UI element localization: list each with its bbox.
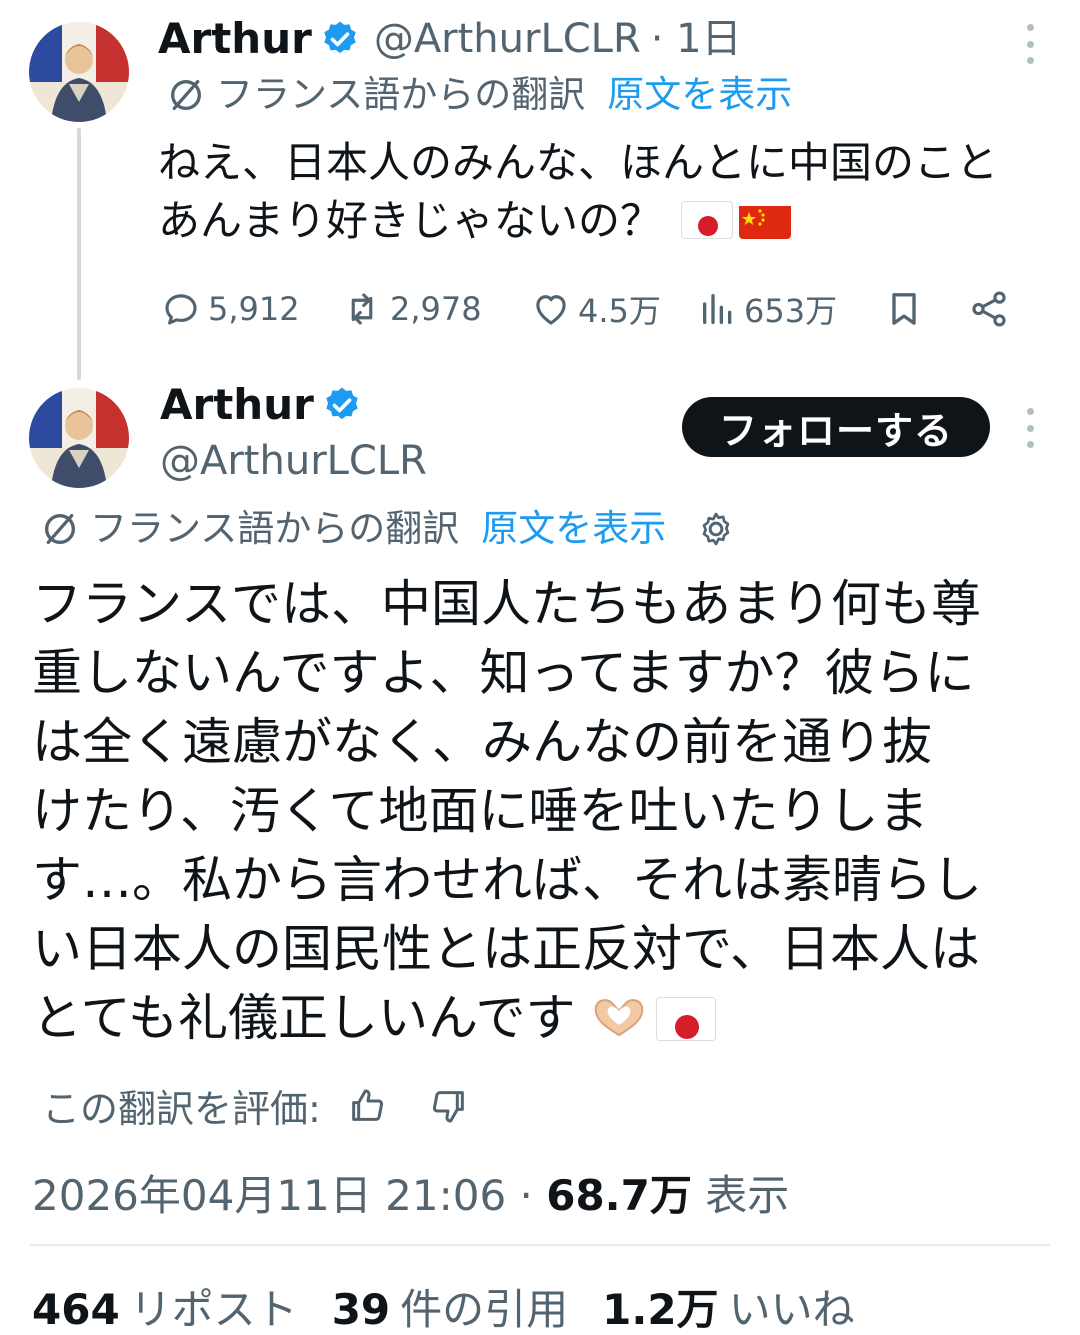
verified-badge-icon bbox=[326, 387, 358, 420]
tweet-text-line: けたり、汚くて地面に唾を吐いたりしま bbox=[32, 782, 929, 840]
tweet-last-line: とても礼儀正しいんです bbox=[32, 984, 1042, 1053]
tweet-text-line: とても礼儀正しいんです bbox=[32, 989, 576, 1047]
quote-label: 件の引用 bbox=[400, 1285, 569, 1334]
repost-count: 464 bbox=[32, 1285, 120, 1334]
repost-label: リポスト bbox=[129, 1285, 298, 1334]
post-meta: 2026年04月11日 21:06 · 68.7万 表示 bbox=[32, 1162, 789, 1223]
like-button[interactable]: 4.5万 bbox=[530, 286, 698, 332]
action-bar: 5,912 2,978 4.5万 653万 bbox=[160, 284, 1030, 334]
translation-row: フランス語からの翻訳 原文を表示 bbox=[40, 506, 736, 552]
japan-flag-emoji bbox=[681, 201, 734, 239]
more-options-icon[interactable] bbox=[1024, 24, 1036, 64]
divider bbox=[30, 1244, 1050, 1246]
views-button[interactable]: 653万 bbox=[698, 286, 884, 332]
post-time[interactable]: · 1日 bbox=[651, 14, 742, 64]
repost-count: 2,978 bbox=[390, 290, 482, 328]
tweet-text-line: は全く遠慮がなく、みんなの前を通り抜 bbox=[32, 713, 932, 771]
share-icon bbox=[972, 291, 1006, 327]
view-label: 表示 bbox=[705, 1171, 790, 1220]
gear-icon[interactable] bbox=[696, 509, 736, 549]
reply-icon bbox=[165, 294, 197, 325]
thumbs-up-icon[interactable] bbox=[347, 1086, 387, 1126]
reply-count: 5,912 bbox=[208, 290, 300, 328]
reply-button[interactable]: 5,912 bbox=[160, 288, 340, 330]
tweet-text-line: フランスでは、中国人たちもあまり何も尊 bbox=[32, 575, 981, 633]
repost-icon bbox=[351, 293, 373, 325]
engagement-stats: 464 リポスト 39 件の引用 1.2万 いいね bbox=[32, 1276, 889, 1335]
heart-hands-emoji bbox=[594, 998, 643, 1036]
likes-stat[interactable]: 1.2万 いいね bbox=[602, 1276, 854, 1335]
reply-tweet-header: Arthur @ArthurLCLR · 1日 bbox=[158, 14, 742, 64]
translate-icon bbox=[171, 80, 201, 111]
author-name[interactable]: Arthur bbox=[158, 14, 312, 64]
repost-button[interactable]: 2,978 bbox=[340, 288, 530, 330]
verified-badge-icon bbox=[324, 21, 356, 54]
bookmark-icon bbox=[892, 293, 916, 325]
tweet-text-line: す…。私から言わせれば、それは素晴らし bbox=[32, 851, 982, 909]
heart-icon bbox=[536, 295, 566, 325]
rate-translation-row: この翻訳を評価: bbox=[42, 1078, 469, 1133]
avatar[interactable] bbox=[29, 388, 129, 488]
quotes-stat[interactable]: 39 件の引用 bbox=[332, 1276, 568, 1335]
bookmark-button[interactable] bbox=[884, 288, 968, 330]
view-count: 68.7万 bbox=[546, 1171, 692, 1220]
main-tweet-text: フランスでは、中国人たちもあまり何も尊 重しないんですよ、知ってますか？彼らに … bbox=[32, 570, 1042, 1053]
author-handle[interactable]: @ArthurLCLR bbox=[160, 436, 427, 486]
like-count: 1.2万 bbox=[602, 1285, 719, 1334]
translation-row: フランス語からの翻訳 原文を表示 bbox=[166, 72, 792, 118]
like-count: 4.5万 bbox=[578, 292, 661, 330]
main-author-name-row: Arthur bbox=[160, 380, 362, 430]
translate-icon bbox=[45, 514, 75, 544]
thread-connector-line bbox=[77, 128, 81, 380]
avatar[interactable] bbox=[29, 22, 129, 122]
tweet-text-line: い日本人の国民性とは正反対で、日本人は bbox=[32, 920, 980, 978]
reply-tweet-text: ねえ、日本人のみんな、ほんとに中国のことあんまり好きじゃないの？ bbox=[158, 134, 1028, 250]
reply-text-content: ねえ、日本人のみんな、ほんとに中国のことあんまり好きじゃないの？ bbox=[158, 138, 999, 245]
more-options-icon[interactable] bbox=[1024, 408, 1036, 448]
translation-source: フランス語からの翻訳 bbox=[216, 73, 586, 116]
author-name[interactable]: Arthur bbox=[160, 380, 314, 430]
japan-flag-emoji bbox=[655, 996, 716, 1041]
follow-button[interactable]: フォローする bbox=[682, 397, 990, 457]
quote-count: 39 bbox=[331, 1285, 391, 1334]
author-handle[interactable]: @ArthurLCLR bbox=[374, 14, 641, 64]
thumbs-down-icon[interactable] bbox=[429, 1086, 469, 1126]
show-original-link[interactable]: 原文を表示 bbox=[481, 506, 666, 552]
like-label: いいね bbox=[728, 1285, 855, 1334]
view-count: 653万 bbox=[744, 292, 838, 330]
share-button[interactable] bbox=[968, 288, 1016, 330]
china-flag-emoji bbox=[739, 201, 792, 239]
post-datetime[interactable]: 2026年04月11日 21:06 · bbox=[32, 1171, 533, 1220]
tweet-text-line: 重しないんですよ、知ってますか？彼らに bbox=[32, 644, 975, 702]
translation-source: フランス語からの翻訳 bbox=[90, 507, 460, 550]
analytics-icon bbox=[703, 294, 732, 324]
rate-translation-label: この翻訳を評価: bbox=[42, 1087, 321, 1131]
reposts-stat[interactable]: 464 リポスト bbox=[32, 1276, 298, 1335]
show-original-link[interactable]: 原文を表示 bbox=[607, 72, 792, 118]
